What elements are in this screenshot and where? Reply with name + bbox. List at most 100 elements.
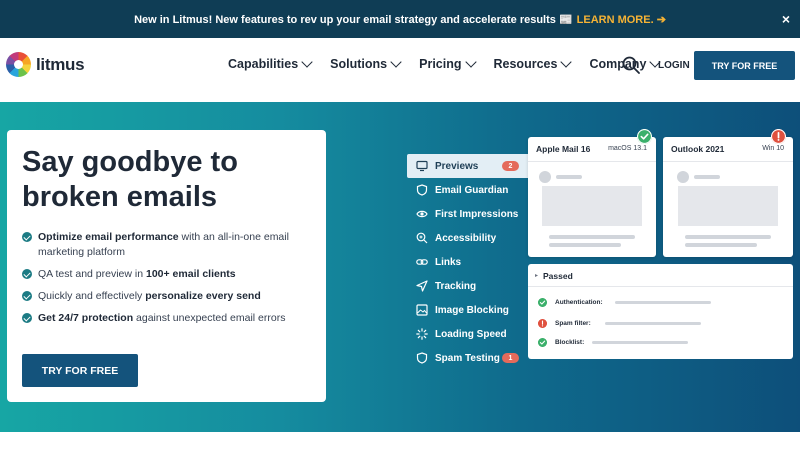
top-nav: litmus Capabilities Solutions Pricing Re… xyxy=(0,38,800,102)
feature-item-label: Links xyxy=(435,256,462,268)
avatar-placeholder xyxy=(677,171,689,183)
logo-text: litmus xyxy=(36,54,85,74)
text-placeholder xyxy=(604,322,701,325)
feature-item-email-guardian[interactable]: Email Guardian xyxy=(407,178,539,202)
feature-bold: personalize every send xyxy=(145,290,261,302)
hero-title: Say goodbye to broken emails xyxy=(22,146,238,213)
check-circle-icon xyxy=(538,298,547,307)
feature-item-accessibility[interactable]: Accessibility xyxy=(407,226,539,250)
zoom-icon xyxy=(416,232,428,244)
count-badge: 2 xyxy=(502,161,519,171)
feature-item-links[interactable]: Links xyxy=(407,250,539,274)
close-icon[interactable]: × xyxy=(782,11,790,27)
check-label: Authentication: xyxy=(555,299,603,306)
alert-circle-icon xyxy=(771,129,786,144)
check-icon xyxy=(22,269,32,279)
check-icon xyxy=(22,313,32,323)
feature-item-tracking[interactable]: Tracking xyxy=(407,274,539,298)
feature-bold: Optimize email performance xyxy=(38,231,179,243)
feature-text: Quickly and effectively xyxy=(38,290,146,302)
feature-text: QA test and preview in xyxy=(38,268,146,280)
nav-item-label: Capabilities xyxy=(228,57,299,71)
feature-item-previews[interactable]: Previews 2 xyxy=(407,154,540,178)
announcement-bar: New in Litmus! New features to rev up yo… xyxy=(0,0,800,38)
chevron-down-icon xyxy=(560,55,573,68)
hero-card: Say goodbye to broken emails Optimize em… xyxy=(7,130,326,402)
learn-more-link[interactable]: LEARN MORE. ➔ xyxy=(577,13,666,26)
feature-item-label: Accessibility xyxy=(435,232,497,244)
feature-item-label: Previews xyxy=(435,160,479,172)
divider xyxy=(528,286,793,287)
check-icon xyxy=(22,232,32,242)
text-placeholder xyxy=(556,175,582,179)
chevron-down-icon xyxy=(301,55,313,68)
search-icon[interactable] xyxy=(622,56,640,74)
feature-text: against unexpected email errors xyxy=(133,312,286,324)
text-placeholder xyxy=(592,341,689,344)
chevron-down-icon xyxy=(390,55,402,68)
feature-item-label: Spam Testing xyxy=(435,352,500,364)
image-icon xyxy=(416,304,428,316)
feature-bullet: Quickly and effectively personalize ever… xyxy=(22,289,292,304)
send-icon xyxy=(416,280,428,292)
nav-item-resources[interactable]: Resources xyxy=(494,55,573,71)
text-placeholder xyxy=(685,235,771,239)
checks-panel: ▸ Passed Authentication: Spam filter: Bl… xyxy=(528,264,793,359)
preview-client-name: Outlook 2021 xyxy=(671,144,725,154)
feature-item-image-blocking[interactable]: Image Blocking xyxy=(407,298,539,322)
feature-item-label: Loading Speed xyxy=(435,328,507,340)
check-icon xyxy=(22,291,32,301)
login-link[interactable]: LOGIN xyxy=(658,60,690,71)
feature-item-label: Email Guardian xyxy=(435,184,509,196)
text-placeholder xyxy=(614,301,711,304)
page-bottom xyxy=(0,432,800,450)
check-circle-icon xyxy=(637,129,652,144)
try-for-free-nav-button[interactable]: TRY FOR FREE xyxy=(694,51,795,80)
feature-item-first-impressions[interactable]: First Impressions xyxy=(407,202,539,226)
nav-item-label: Solutions xyxy=(330,57,388,71)
feature-item-spam-testing[interactable]: Spam Testing 1 xyxy=(407,346,539,370)
feature-bullet: QA test and preview in 100+ email client… xyxy=(22,267,292,282)
divider xyxy=(663,161,793,162)
avatar-placeholder xyxy=(539,171,551,183)
image-placeholder xyxy=(678,186,778,226)
preview-client-version: macOS 13.1 xyxy=(608,145,647,152)
text-placeholder xyxy=(549,243,621,247)
loader-icon xyxy=(416,328,428,340)
count-badge: 1 xyxy=(502,353,519,363)
check-row-authentication: Authentication: xyxy=(538,298,711,307)
preview-client-name: Apple Mail 16 xyxy=(536,144,591,154)
divider xyxy=(528,161,656,162)
check-row-blocklist: Blocklist: xyxy=(538,338,689,347)
nav-item-capabilities[interactable]: Capabilities xyxy=(228,55,313,71)
eye-icon xyxy=(416,210,428,218)
preview-client-version: Win 10 xyxy=(762,145,784,152)
feature-bullet: Get 24/7 protection against unexpected e… xyxy=(22,311,292,326)
monitor-icon xyxy=(416,160,428,172)
chevron-down-icon xyxy=(464,55,477,68)
nav-menu: Capabilities Solutions Pricing Resources… xyxy=(228,55,678,71)
hero-section: Say goodbye to broken emails Optimize em… xyxy=(0,102,800,432)
check-label: Spam filter: xyxy=(555,320,591,327)
feature-list: Previews 2 Email Guardian First Impressi… xyxy=(407,154,540,370)
litmus-logo-icon xyxy=(6,52,31,77)
feature-item-loading-speed[interactable]: Loading Speed xyxy=(407,322,539,346)
link-icon xyxy=(416,259,428,265)
feature-item-label: Image Blocking xyxy=(435,304,509,316)
text-placeholder xyxy=(694,175,720,179)
check-label: Blocklist: xyxy=(555,339,585,346)
feature-item-label: Tracking xyxy=(435,280,477,292)
try-for-free-hero-button[interactable]: TRY FOR FREE xyxy=(22,354,138,387)
alert-circle-icon xyxy=(538,319,547,328)
nav-item-solutions[interactable]: Solutions xyxy=(330,55,402,71)
nav-item-pricing[interactable]: Pricing xyxy=(419,55,477,71)
preview-card-apple-mail[interactable]: Apple Mail 16 macOS 13.1 xyxy=(528,137,656,257)
image-placeholder xyxy=(542,186,642,226)
text-placeholder xyxy=(685,243,757,247)
caret-icon: ▸ xyxy=(535,273,539,279)
preview-card-outlook[interactable]: Outlook 2021 Win 10 xyxy=(663,137,793,257)
shield-icon xyxy=(416,184,428,196)
nav-item-label: Pricing xyxy=(419,57,462,71)
litmus-logo[interactable]: litmus xyxy=(6,52,85,77)
shield-icon xyxy=(416,352,428,364)
